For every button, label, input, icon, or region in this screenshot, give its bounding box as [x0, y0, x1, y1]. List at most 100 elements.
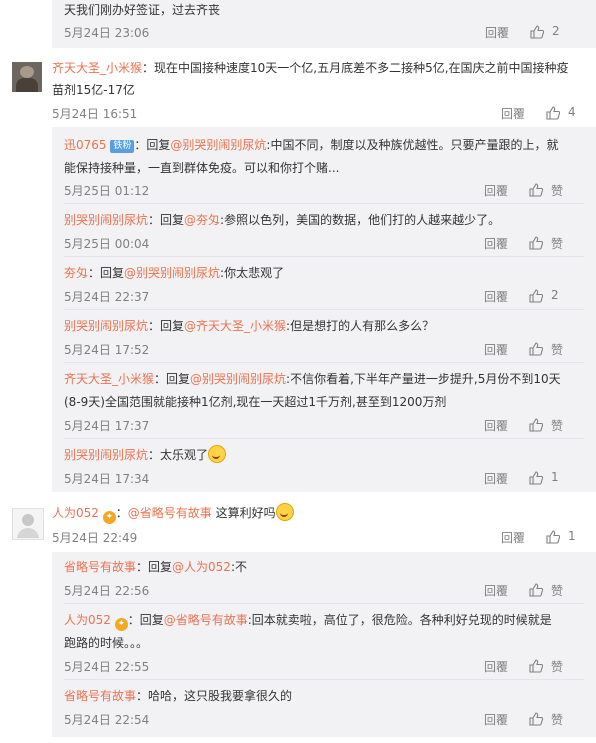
reply-body: :回本就卖啦，高位了，很危险。各种利好兑现的时候就是: [247, 613, 552, 627]
reply-prefix: ：回复: [88, 266, 125, 280]
reply-button[interactable]: 回覆: [501, 105, 525, 122]
reply-body-line2: 能保持接种量，一直到群体免疫。可以和你打个赌...: [64, 161, 340, 175]
avatar[interactable]: [12, 508, 44, 540]
reply-button[interactable]: 回覆: [484, 711, 508, 728]
reply-text: 省略号有故事：哈哈，这只股我要拿很久的: [64, 686, 292, 706]
reply-author[interactable]: 省略号有故事: [64, 560, 136, 574]
thumbs-up-icon: [546, 530, 560, 544]
reply-body: :不: [230, 560, 247, 574]
comment-prefix: ：: [115, 506, 128, 520]
reply-time: 5月24日 22:54: [64, 713, 150, 727]
thumbs-up-icon: [529, 236, 543, 250]
reply-time: 5月24日 17:37: [64, 419, 150, 433]
reply-button[interactable]: 回覆: [484, 417, 508, 434]
reply-prefix: ：回复: [134, 138, 171, 152]
mention-link[interactable]: @人为052: [172, 560, 231, 574]
like-count: 1: [551, 470, 559, 484]
reply-time: 5月24日 22:56: [64, 584, 150, 598]
reply-button[interactable]: 回覆: [484, 235, 508, 252]
thumbs-up-icon: [529, 342, 543, 356]
like-count: 赞: [551, 660, 564, 674]
reply-time: 5月24日 17:34: [64, 472, 150, 486]
like-count: 1: [568, 529, 576, 543]
reply-button[interactable]: 回覆: [484, 582, 508, 599]
reply-body: :参照以色列，美国的数据，他们打的人越来越少了。: [220, 213, 501, 227]
reply-prefix: ：回复: [154, 372, 191, 386]
like-count: 赞: [551, 184, 564, 198]
like-count: 2: [551, 288, 559, 302]
reply-time: 5月25日 01:12: [64, 184, 150, 198]
reply-text: 齐天大圣_小米猴：回复@别哭别闹别尿炕:不信你看着,下半年产量进一步提升,5月份…: [64, 369, 561, 389]
thumbs-up-icon: [530, 25, 544, 39]
reply-body: :但是想打的人有那么多么？: [286, 319, 435, 333]
laughing-emoji-icon: [208, 445, 227, 463]
reply-author[interactable]: 迅0765: [64, 138, 107, 152]
comment-body-line2: 苗剂15亿-17亿: [52, 83, 135, 97]
comment-text: 人为052 ✦ ：@省略号有故事 这算利好吗: [52, 503, 294, 524]
reply-button[interactable]: 回覆: [485, 24, 509, 41]
reply-panel: 省略号有故事：回复@人为052:不 5月24日 22:56 回覆 赞 人为052…: [52, 552, 596, 737]
mention-link[interactable]: @别哭别闹别尿炕: [124, 266, 220, 280]
reply-time: 5月25日 00:04: [64, 237, 150, 251]
reply-author[interactable]: 别哭别闹别尿炕: [64, 448, 148, 462]
mention-link[interactable]: @齐天大圣_小米猴: [184, 319, 286, 333]
reply-button[interactable]: 回覆: [484, 341, 508, 358]
reply-body-line2: 跑路的时候。。。: [64, 636, 149, 650]
reply-body: ：哈哈，这只股我要拿很久的: [136, 689, 293, 703]
divider: [64, 438, 584, 439]
mention-link[interactable]: @别哭别闹别尿炕: [170, 138, 266, 152]
reply-time: 5月24日 23:06: [64, 26, 150, 40]
reply-body: ：太乐观了: [148, 448, 209, 462]
reply-time: 5月24日 17:52: [64, 343, 150, 357]
reply-text: 天我们刚办好签证，过去齐丧: [64, 3, 221, 17]
reply-button[interactable]: 回覆: [484, 182, 508, 199]
divider: [64, 603, 584, 604]
reply-author[interactable]: 省略号有故事: [64, 689, 136, 703]
mention-link[interactable]: @别哭别闹别尿炕: [190, 372, 286, 386]
thumbs-up-icon: [529, 583, 543, 597]
divider: [64, 256, 584, 257]
reply-text: 别哭别闹别尿炕：回复@夯匁:参照以色列，美国的数据，他们打的人越来越少了。: [64, 210, 500, 230]
reply-author[interactable]: 别哭别闹别尿炕: [64, 319, 148, 333]
commenter-name[interactable]: 齐天大圣_小米猴: [52, 61, 142, 75]
reply-prefix: ：回复: [136, 560, 173, 574]
commenter-name[interactable]: 人为052: [52, 506, 99, 520]
reply-text: 别哭别闹别尿炕：太乐观了: [64, 445, 227, 465]
fan-badge: 铁粉: [110, 140, 135, 153]
like-count: 赞: [551, 584, 564, 598]
reply-button[interactable]: 回覆: [501, 529, 525, 546]
divider: [64, 203, 584, 204]
reply-panel-top: 天我们刚办好签证，过去齐丧 5月24日 23:06 回覆 2: [52, 0, 596, 48]
reply-prefix: ：回复: [148, 319, 185, 333]
reply-button[interactable]: 回覆: [484, 658, 508, 675]
comment-body: 这算利好吗: [211, 506, 276, 520]
reply-body-line2: (8-9天)全国范围就能接种1亿剂,现在一天超过1千万剂,甚至到1200万剂: [64, 395, 447, 409]
mention-link[interactable]: @夯匁: [184, 213, 220, 227]
reply-time: 5月24日 22:37: [64, 290, 150, 304]
reply-text: 人为052 ✦ ：回复@省略号有故事:回本就卖啦，高位了，很危险。各种利好兑现的时…: [64, 610, 552, 631]
reply-author[interactable]: 人为052: [64, 613, 111, 627]
divider: [64, 362, 584, 363]
reply-time: 5月24日 22:55: [64, 660, 150, 674]
comment-body: ：现在中国接种速度10天一个亿,五月底差不多二接种5亿,在国庆之前中国接种疫: [142, 61, 569, 75]
reply-author[interactable]: 别哭别闹别尿炕: [64, 213, 148, 227]
reply-prefix: ：回复: [148, 213, 185, 227]
laughing-emoji-icon: [275, 503, 294, 521]
mention-link[interactable]: @省略号有故事: [128, 506, 212, 520]
reply-text: 别哭别闹别尿炕：回复@齐天大圣_小米猴:但是想打的人有那么多么？: [64, 316, 434, 336]
medal-badge-icon: ✦: [114, 618, 128, 631]
like-count: 赞: [551, 419, 564, 433]
reply-button[interactable]: 回覆: [484, 288, 508, 305]
reply-author[interactable]: 夯匁: [64, 266, 88, 280]
divider: [64, 309, 584, 310]
like-count: 赞: [551, 343, 564, 357]
thumbs-up-icon: [546, 106, 560, 120]
thumbs-up-icon: [529, 183, 543, 197]
avatar[interactable]: [12, 62, 42, 92]
reply-body: :你太悲观了: [220, 266, 285, 280]
reply-panel: 迅0765 铁粉 ：回复@别哭别闹别尿炕:中国不同，制度以及种族优越性。只要产量跟…: [52, 127, 596, 492]
medal-badge-icon: ✦: [102, 511, 116, 524]
reply-button[interactable]: 回覆: [484, 470, 508, 487]
mention-link[interactable]: @省略号有故事: [164, 613, 248, 627]
reply-author[interactable]: 齐天大圣_小米猴: [64, 372, 154, 386]
